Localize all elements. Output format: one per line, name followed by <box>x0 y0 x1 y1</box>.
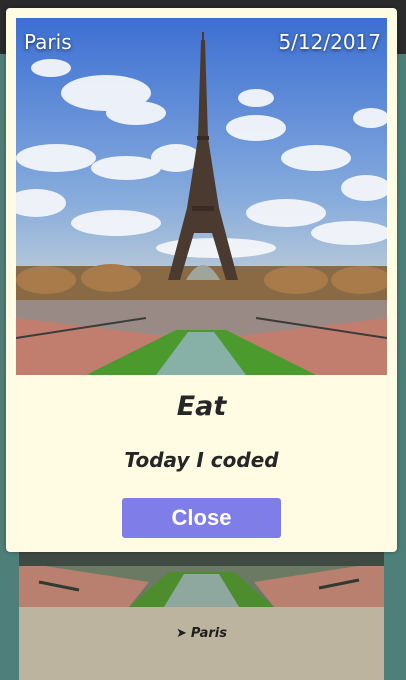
eiffel-tower-image <box>16 18 387 375</box>
location-arrow-icon: ➤ <box>176 626 187 641</box>
entry-date: 5/12/2017 <box>278 30 381 54</box>
entry-title: Eat <box>176 391 227 422</box>
close-button[interactable]: Close <box>122 498 281 538</box>
entry-photo: Paris 5/12/2017 <box>16 18 387 375</box>
background-entry-photo <box>19 552 384 607</box>
background-entry-location: ➤ Paris <box>19 626 384 641</box>
background-location-label: Paris <box>190 626 227 641</box>
entry-description: Today I coded <box>124 448 279 472</box>
entry-modal: Paris 5/12/2017 Eat Today I coded Close <box>6 8 397 552</box>
entry-location: Paris <box>24 30 72 54</box>
